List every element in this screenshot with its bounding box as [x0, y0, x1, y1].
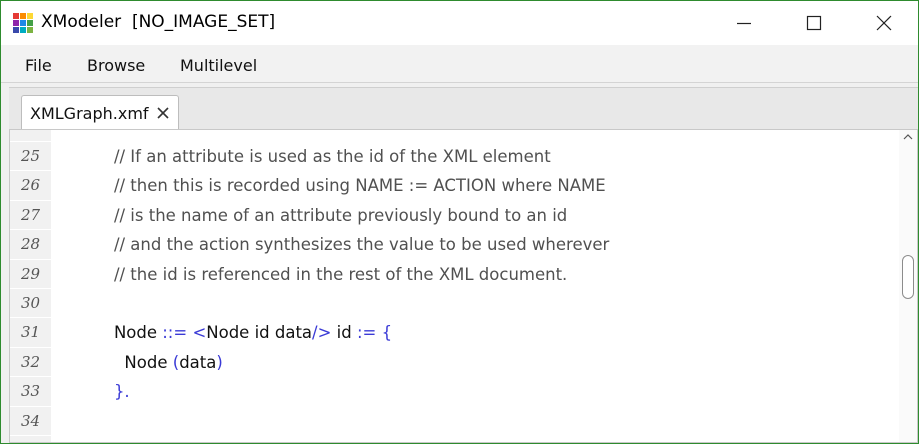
line-number [10, 130, 51, 142]
code-line[interactable]: // the id is referenced in the rest of t… [51, 264, 567, 286]
app-grid-icon [13, 13, 33, 33]
menu-browse[interactable]: Browse [87, 56, 145, 75]
line-number: 25 [10, 142, 51, 172]
code-line[interactable]: // and the action synthesizes the value … [51, 234, 609, 256]
maximize-button[interactable] [791, 1, 837, 45]
line-number: 27 [10, 201, 51, 231]
line-number: 33 [10, 377, 51, 407]
minimize-button[interactable] [721, 1, 767, 45]
menu-file[interactable]: File [25, 56, 52, 75]
code-token: }. [51, 382, 130, 402]
line-number: 26 [10, 171, 51, 201]
code-line[interactable]: }. [51, 381, 130, 403]
line-number: 28 [10, 230, 51, 260]
vertical-scrollbar[interactable] [899, 130, 917, 442]
code-line[interactable]: Node ::= <Node id data/> id := { [51, 322, 392, 344]
close-window-button[interactable] [861, 1, 907, 45]
code-token: Node [51, 323, 163, 343]
code-token: ::= < [162, 323, 207, 343]
minimize-icon [737, 22, 751, 25]
code-editor[interactable]: 25 26 27 28 29 30 31 32 33 34 // If an attribute … [9, 129, 918, 443]
menu-multilevel[interactable]: Multilevel [180, 56, 257, 75]
close-icon[interactable] [156, 106, 170, 120]
code-line[interactable]: // is the name of an attribute previousl… [51, 205, 567, 227]
code-token: Node [51, 352, 173, 372]
app-window: XModeler [NO_IMAGE_SET] File Browse Mult… [0, 0, 919, 444]
tab-label: XMLGraph.xmf [30, 104, 149, 123]
scroll-thumb[interactable] [902, 255, 914, 299]
code-token: // the id is referenced in the rest of t… [51, 264, 568, 284]
tab-xmlgraph[interactable]: XMLGraph.xmf [21, 95, 179, 131]
line-number: 34 [10, 407, 51, 436]
code-line[interactable]: // If an attribute is used as the id of … [51, 146, 551, 168]
line-number: 29 [10, 260, 51, 289]
line-number: 31 [10, 318, 51, 348]
code-token: // then this is recorded using NAME := A… [51, 176, 606, 196]
code-token: data [179, 352, 217, 372]
code-area[interactable]: // If an attribute is used as the id of … [51, 130, 899, 442]
window-title: XModeler [NO_IMAGE_SET] [41, 12, 276, 32]
line-number: 30 [10, 289, 51, 319]
code-token: // and the action synthesizes the value … [51, 235, 610, 255]
tab-strip: XMLGraph.xmf [9, 87, 918, 131]
line-number-gutter: 25 26 27 28 29 30 31 32 33 34 [10, 130, 51, 442]
line-number: 32 [10, 348, 51, 378]
code-token: // If an attribute is used as the id of … [51, 147, 551, 166]
code-token: id [331, 323, 357, 343]
title-bar[interactable]: XModeler [NO_IMAGE_SET] [1, 1, 918, 45]
code-token: ) [216, 352, 223, 372]
code-token: := { [357, 323, 393, 343]
maximize-icon [806, 15, 822, 31]
menu-bar: File Browse Multilevel [1, 45, 918, 83]
code-token: Node id data [206, 323, 313, 343]
scroll-up-arrow-icon[interactable] [903, 132, 913, 142]
code-line[interactable]: Node (data) [51, 352, 223, 374]
code-line[interactable]: // then this is recorded using NAME := A… [51, 175, 606, 197]
code-token: // is the name of an attribute previousl… [51, 205, 568, 225]
code-token: /> [312, 323, 332, 343]
close-icon [876, 15, 892, 31]
